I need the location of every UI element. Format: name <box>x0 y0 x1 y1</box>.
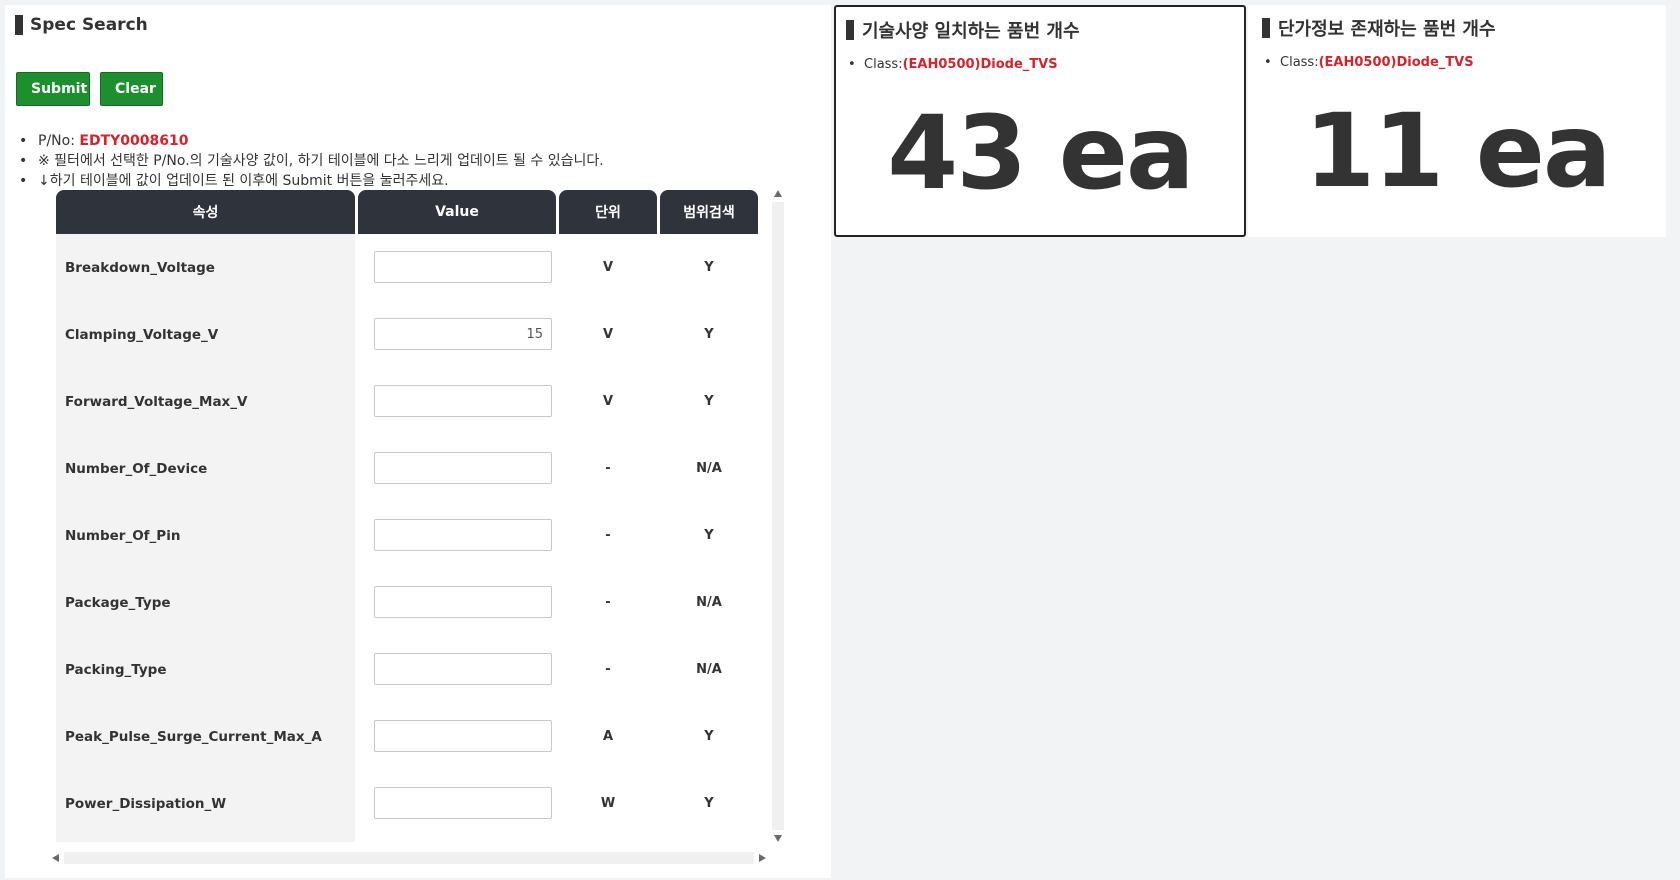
table-row: Packing_Type - N/A <box>56 636 758 703</box>
row-unit: W <box>600 796 616 811</box>
header-range: 범위검색 <box>660 190 758 234</box>
submit-instruction-note: ↓하기 테이블에 값이 업데이트 된 이후에 Submit 버튼을 눌러주세요. <box>16 171 604 191</box>
row-unit: - <box>605 595 611 610</box>
value-input[interactable] <box>374 385 552 417</box>
class-label: Class: <box>1280 55 1319 70</box>
row-range: Y <box>704 327 714 342</box>
row-unit: A <box>602 729 614 744</box>
price-card-title: 단가정보 존재하는 품번 개수 <box>1262 15 1496 41</box>
pno-note: P/No: EDTY0008610 <box>16 131 604 151</box>
row-attr: Peak_Pulse_Surge_Current_Max_A <box>65 728 322 745</box>
vertical-scrollbar[interactable] <box>772 190 784 842</box>
table-row: Power_Dissipation_W W Y <box>56 770 758 837</box>
table-row: Peak_Pulse_Surge_Current_Max_A A Y <box>56 703 758 770</box>
value-input[interactable] <box>374 787 552 819</box>
clear-button[interactable]: Clear <box>100 72 163 106</box>
row-range: N/A <box>696 461 722 476</box>
row-range: Y <box>704 729 714 744</box>
spec-search-title-text: Spec Search <box>30 15 148 35</box>
class-item: Class:(EAH0500)Diode_TVS <box>848 57 1058 72</box>
row-unit: - <box>605 662 611 677</box>
price-class-info: Class:(EAH0500)Diode_TVS <box>1264 55 1474 70</box>
scroll-up-icon[interactable] <box>774 190 782 197</box>
matching-card-title: 기술사양 일치하는 품번 개수 <box>846 17 1080 43</box>
row-range: N/A <box>696 595 722 610</box>
horizontal-scroll-track[interactable] <box>64 852 754 864</box>
row-attr: Number_Of_Device <box>65 460 208 477</box>
title-bar-icon <box>15 15 23 35</box>
row-unit: - <box>605 528 611 543</box>
row-attr: Clamping_Voltage_V <box>65 326 219 343</box>
value-input[interactable] <box>374 586 552 618</box>
pno-label: P/No: <box>38 133 80 149</box>
table-header: 속성 Value 단위 범위검색 <box>56 190 758 234</box>
title-bar-icon <box>1262 18 1270 38</box>
update-delay-note: ※ 필터에서 선택한 P/No.의 기술사양 값이, 하기 테이블에 다소 느리… <box>16 151 604 171</box>
row-attr: Packing_Type <box>65 661 167 678</box>
value-input[interactable] <box>374 251 552 283</box>
row-attr: Number_Of_Pin <box>65 527 181 544</box>
title-bar-icon <box>846 20 854 40</box>
table-row: Forward_Voltage_Max_V V Y <box>56 368 758 435</box>
row-unit: - <box>605 461 611 476</box>
price-count-value: 11 ea <box>1304 92 1611 211</box>
row-range: Y <box>704 528 714 543</box>
matching-card-title-text: 기술사양 일치하는 품번 개수 <box>862 21 1080 42</box>
table-row: Clamping_Voltage_V V Y <box>56 301 758 368</box>
spec-table: 속성 Value 단위 범위검색 Breakdown_Voltage V Y C… <box>56 190 784 842</box>
submit-button[interactable]: Submit <box>16 72 90 106</box>
class-value: (EAH0500)Diode_TVS <box>902 57 1058 72</box>
class-item: Class:(EAH0500)Diode_TVS <box>1264 55 1474 70</box>
row-range: N/A <box>696 662 722 677</box>
matching-count-card: 기술사양 일치하는 품번 개수 Class:(EAH0500)Diode_TVS… <box>834 5 1246 237</box>
matching-class-info: Class:(EAH0500)Diode_TVS <box>848 57 1058 72</box>
class-label: Class: <box>864 57 903 72</box>
row-attr: Package_Type <box>65 594 171 611</box>
row-attr: Power_Dissipation_W <box>65 795 227 812</box>
class-value: (EAH0500)Diode_TVS <box>1318 55 1474 70</box>
scroll-down-icon[interactable] <box>774 835 782 842</box>
table-row: Number_Of_Pin - Y <box>56 502 758 569</box>
row-range: Y <box>704 394 714 409</box>
header-unit: 단위 <box>559 190 657 234</box>
row-unit: V <box>602 260 614 275</box>
vertical-scroll-track[interactable] <box>772 202 784 830</box>
table-row: Number_Of_Device - N/A <box>56 435 758 502</box>
scroll-right-icon[interactable] <box>759 854 766 862</box>
value-input[interactable] <box>374 720 552 752</box>
row-range: Y <box>704 796 714 811</box>
matching-count-value: 43 ea <box>887 94 1194 213</box>
spec-search-title: Spec Search <box>15 15 148 35</box>
header-value: Value <box>358 190 556 234</box>
value-input[interactable] <box>374 318 552 350</box>
scroll-left-icon[interactable] <box>52 854 59 862</box>
horizontal-scrollbar[interactable] <box>52 852 766 864</box>
value-input[interactable] <box>374 653 552 685</box>
notes-list: P/No: EDTY0008610 ※ 필터에서 선택한 P/No.의 기술사양… <box>16 131 604 191</box>
price-card-title-text: 단가정보 존재하는 품번 개수 <box>1278 19 1496 40</box>
row-attr: Forward_Voltage_Max_V <box>65 393 248 410</box>
value-input[interactable] <box>374 452 552 484</box>
row-unit: V <box>602 327 614 342</box>
row-range: Y <box>704 260 714 275</box>
value-input[interactable] <box>374 519 552 551</box>
header-attr: 속성 <box>56 190 355 234</box>
pno-value: EDTY0008610 <box>79 133 189 149</box>
price-count-card: 단가정보 존재하는 품번 개수 Class:(EAH0500)Diode_TVS… <box>1248 5 1666 237</box>
table-row: Breakdown_Voltage V Y <box>56 234 758 301</box>
table-row: Package_Type - N/A <box>56 569 758 636</box>
row-unit: V <box>602 394 614 409</box>
row-attr: Breakdown_Voltage <box>65 259 215 276</box>
